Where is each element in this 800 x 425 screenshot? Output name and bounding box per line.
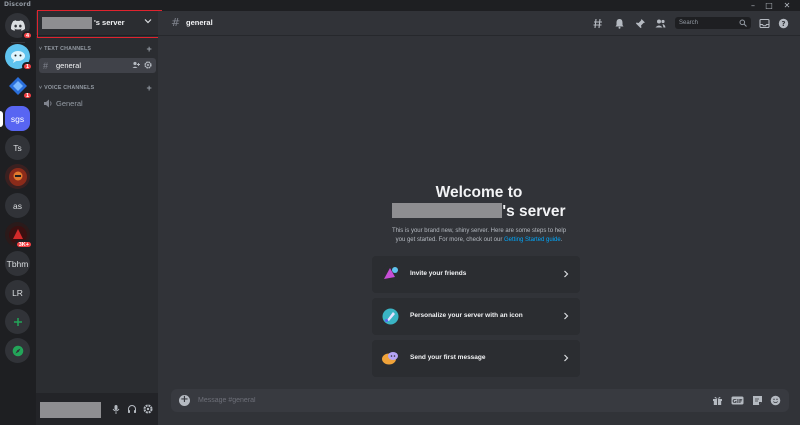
welcome-section: Welcome to 's server This is your brand … <box>158 183 800 245</box>
channel-header: # general Search ? <box>158 11 800 36</box>
gear-icon[interactable] <box>144 61 152 69</box>
highlight-outline <box>37 10 162 38</box>
redacted-username <box>40 402 101 418</box>
server-icon-as[interactable]: as <box>5 193 30 218</box>
invite-friends-icon <box>381 265 400 284</box>
channel-label: General <box>56 99 83 108</box>
task-send-first-message[interactable]: Send your first message <box>372 340 580 377</box>
chevron-right-icon <box>564 312 569 320</box>
redacted-server-name <box>392 203 503 218</box>
sticker-icon[interactable] <box>752 395 763 406</box>
welcome-subtitle-line1: This is your brand new, shiny server. He… <box>391 228 567 234</box>
bell-icon[interactable] <box>614 18 625 29</box>
task-label: Personalize your server with an icon <box>410 312 523 319</box>
rail-separator <box>11 42 25 43</box>
server-icon-lr[interactable]: LR <box>5 280 30 305</box>
server-icon-avatar-2[interactable]: 3K+ <box>5 222 33 249</box>
create-channel-icon[interactable]: + <box>147 84 152 93</box>
add-server-button[interactable] <box>5 309 30 334</box>
speech-bubble-icon <box>10 50 25 63</box>
server-icon-bubble[interactable]: 1 <box>5 44 33 71</box>
notification-badge: 3K+ <box>14 240 33 249</box>
pin-icon[interactable] <box>635 18 646 29</box>
server-icon-tbhm[interactable]: Tbhm <box>5 251 30 276</box>
search-icon <box>739 19 747 27</box>
compass-icon <box>12 345 23 356</box>
search-input[interactable]: Search <box>675 17 751 29</box>
task-invite-friends[interactable]: Invite your friends <box>372 256 580 293</box>
attach-plus-icon[interactable]: + <box>179 395 190 406</box>
user-panel <box>36 393 158 425</box>
notification-badge: 1 <box>21 91 33 100</box>
category-text-channels[interactable]: ˅ TEXT CHANNELS + <box>39 45 157 54</box>
main-panel: # general Search ? Welcome to 's server … <box>158 11 800 425</box>
server-icon-sgs[interactable]: sgs <box>5 106 30 131</box>
subtitle-text: you get started. For more, check out our <box>395 237 504 243</box>
svg-text:GIF: GIF <box>732 399 743 405</box>
task-label: Send your first message <box>410 354 486 361</box>
app-name: Discord <box>4 1 31 8</box>
send-message-icon <box>382 352 398 365</box>
gift-icon[interactable] <box>712 395 723 406</box>
channel-title: general <box>186 18 213 27</box>
svg-text:?: ? <box>781 20 785 28</box>
server-rail: 4 1 1 sgs Ts as 3K+ Tbhm LR <box>0 11 36 425</box>
collapse-icon: ˅ <box>39 85 43 91</box>
microphone-icon[interactable] <box>111 404 121 414</box>
chevron-right-icon <box>564 354 569 362</box>
character-avatar-icon <box>8 167 27 186</box>
message-input[interactable] <box>198 393 678 408</box>
gif-icon[interactable]: GIF <box>731 395 744 406</box>
server-icon-ts[interactable]: Ts <box>5 135 30 160</box>
channel-general[interactable]: # general <box>39 58 156 73</box>
active-server-indicator <box>0 111 3 127</box>
server-icon-avatar[interactable] <box>5 164 30 189</box>
task-label: Invite your friends <box>410 270 467 277</box>
emoji-icon[interactable] <box>770 395 781 406</box>
message-composer: + GIF <box>171 389 789 412</box>
collapse-icon: ˅ <box>39 46 43 52</box>
welcome-subtitle-line2: you get started. For more, check out our… <box>158 236 800 245</box>
getting-started-link[interactable]: Getting Started guide <box>504 237 561 243</box>
channel-label: general <box>56 61 82 70</box>
hash-icon: # <box>171 16 181 29</box>
subtitle-end: . <box>560 237 563 243</box>
add-member-icon[interactable] <box>132 61 140 69</box>
welcome-title: Welcome to <box>435 184 523 201</box>
notification-badge: 1 <box>21 62 33 71</box>
home-button[interactable]: 4 <box>5 13 33 40</box>
hash-icon: # <box>43 60 49 71</box>
category-label: VOICE CHANNELS <box>44 85 95 91</box>
inbox-icon[interactable] <box>759 18 770 29</box>
maximize-button[interactable]: □ <box>762 0 776 11</box>
discord-app: Discord – □ ✕ 4 1 1 sgs Ts as 3K+ Tbhm L… <box>0 0 800 425</box>
task-personalize-server[interactable]: Personalize your server with an icon <box>372 298 580 335</box>
category-label: TEXT CHANNELS <box>44 46 92 52</box>
personalize-icon <box>382 308 399 325</box>
help-icon[interactable]: ? <box>778 18 789 29</box>
close-window-button[interactable]: ✕ <box>780 0 794 11</box>
server-icon-diamond[interactable]: 1 <box>5 73 33 100</box>
notification-badge: 4 <box>21 31 33 40</box>
user-settings-gear-icon[interactable] <box>143 404 153 414</box>
threads-icon[interactable] <box>593 18 604 29</box>
minimize-button[interactable]: – <box>746 0 760 11</box>
channel-sidebar: 's server ˅ TEXT CHANNELS + # general ˅ … <box>36 10 162 425</box>
welcome-title-server: 's server <box>158 202 800 221</box>
category-voice-channels[interactable]: ˅ VOICE CHANNELS + <box>39 84 157 93</box>
search-placeholder: Search <box>679 20 699 26</box>
member-list-icon[interactable] <box>655 18 666 29</box>
create-channel-icon[interactable]: + <box>147 45 152 54</box>
plus-icon <box>13 317 22 326</box>
welcome-title-suffix: 's server <box>502 203 566 220</box>
explore-servers-button[interactable] <box>5 338 30 363</box>
headphones-icon[interactable] <box>127 404 137 414</box>
chevron-right-icon <box>564 270 569 278</box>
speaker-icon <box>44 99 52 108</box>
voice-channel-general[interactable]: General <box>39 96 156 111</box>
discord-logo-icon <box>10 20 25 31</box>
